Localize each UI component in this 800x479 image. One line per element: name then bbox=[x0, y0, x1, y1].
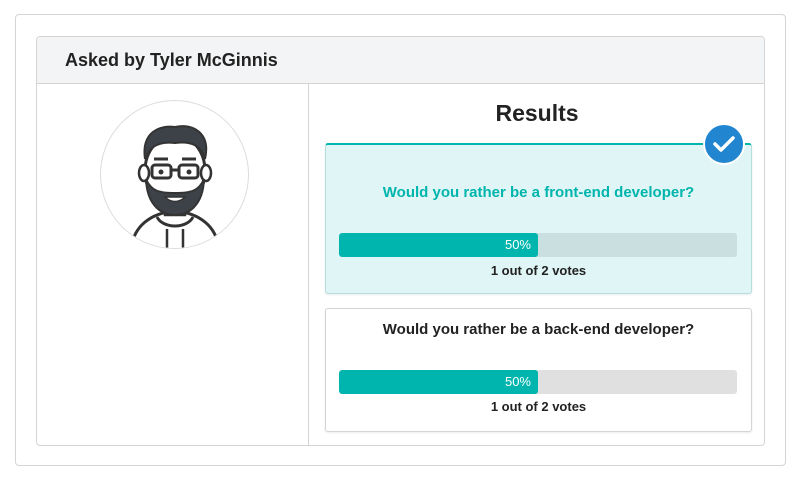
asked-by-label: Asked by Tyler McGinnis bbox=[65, 50, 278, 70]
option-question: Would you rather be a back-end developer… bbox=[382, 321, 695, 338]
progress-label: 50% bbox=[504, 237, 531, 252]
card-header: Asked by Tyler McGinnis bbox=[37, 37, 764, 84]
question-card: Asked by Tyler McGinnis Results Would yo… bbox=[36, 36, 765, 446]
outer-container: Asked by Tyler McGinnis Results Would yo… bbox=[15, 14, 786, 466]
results-title: Results bbox=[495, 100, 579, 126]
option-question: Would you rather be a front-end develope… bbox=[382, 184, 695, 201]
option-one: Would you rather be a front-end develope… bbox=[325, 143, 752, 294]
progress-fill: 50% bbox=[339, 370, 538, 394]
progress-bar: 50% bbox=[339, 233, 737, 257]
avatar bbox=[100, 100, 249, 249]
author-panel bbox=[37, 84, 309, 445]
results-panel: Results Would you rather be a front-end … bbox=[310, 84, 764, 445]
check-icon bbox=[703, 123, 745, 165]
avatar-icon bbox=[129, 125, 221, 248]
votes-count: 1 out of 2 votes bbox=[490, 263, 587, 278]
progress-label: 50% bbox=[504, 374, 531, 389]
votes-count: 1 out of 2 votes bbox=[490, 399, 587, 414]
option-two: Would you rather be a back-end developer… bbox=[325, 308, 752, 432]
progress-bar: 50% bbox=[339, 370, 737, 394]
progress-fill: 50% bbox=[339, 233, 538, 257]
